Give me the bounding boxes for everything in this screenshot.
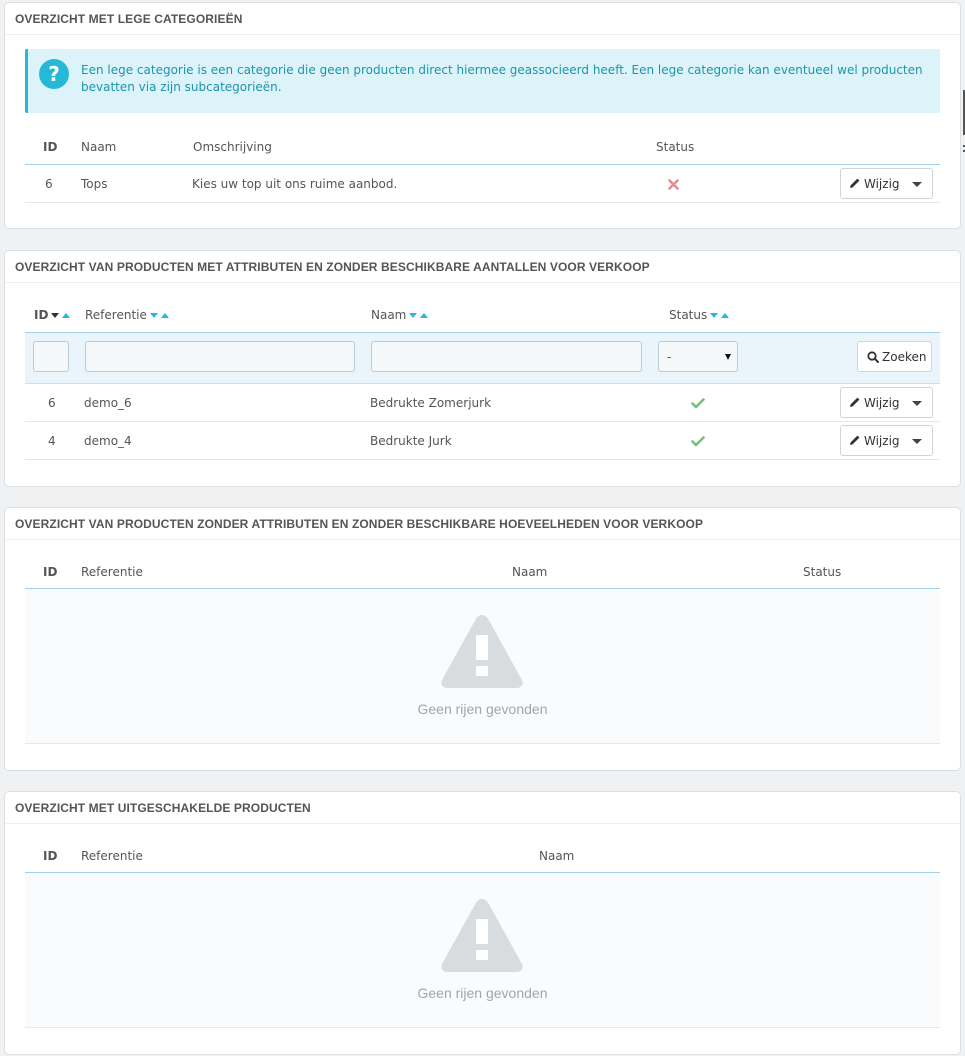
- pencil-icon: [850, 435, 860, 445]
- empty-categories-panel: OVERZICHT MET LEGE CATEGORIEËN ? Een leg…: [4, 2, 961, 229]
- sort-asc-icon[interactable]: [420, 313, 429, 318]
- check-icon[interactable]: [691, 398, 705, 409]
- cell-description: Kies uw top uit ons ruime aanbod.: [192, 177, 398, 191]
- column-header-id: ID: [43, 140, 58, 154]
- pencil-icon: [850, 397, 860, 407]
- cell-reference: demo_4: [84, 434, 132, 448]
- column-header-id: ID: [43, 849, 58, 863]
- column-header-name-label: Naam: [371, 308, 407, 322]
- scrollbar-edge[interactable]: [961, 90, 965, 160]
- caret-down-icon[interactable]: [912, 182, 922, 187]
- filter-status-value: -: [667, 350, 672, 364]
- edit-button[interactable]: Wijzig: [840, 425, 933, 456]
- column-header-id: ID: [43, 565, 58, 579]
- column-header-description: Omschrijving: [193, 140, 272, 154]
- filter-id-input[interactable]: [33, 341, 69, 372]
- cell-name: Bedrukte Zomerjurk: [370, 396, 492, 410]
- caret-down-icon[interactable]: [912, 439, 922, 444]
- column-header-name: Naam: [81, 140, 117, 154]
- pencil-icon: [850, 178, 860, 188]
- warning-icon: [441, 899, 523, 972]
- search-icon: [867, 351, 879, 363]
- edit-button[interactable]: Wijzig: [840, 168, 933, 199]
- column-header-reference[interactable]: Referentie: [85, 308, 169, 322]
- search-button-label: Zoeken: [882, 350, 927, 364]
- filter-status-select[interactable]: -: [658, 341, 738, 372]
- warning-icon: [441, 615, 523, 688]
- filter-row: - Zoeken: [25, 332, 940, 384]
- sort-asc-icon[interactable]: [62, 313, 71, 318]
- row-divider: [25, 421, 940, 422]
- column-header-name[interactable]: Naam: [371, 308, 429, 322]
- cell-name: Tops: [81, 177, 108, 191]
- column-header-reference: Referentie: [81, 849, 143, 863]
- column-header-status: Status: [803, 565, 842, 579]
- help-icon: ?: [39, 59, 69, 89]
- empty-state-message: Geen rijen gevonden: [417, 985, 548, 1001]
- edit-button[interactable]: Wijzig: [840, 387, 933, 418]
- row-divider: [25, 202, 940, 203]
- panel-title: OVERZICHT VAN PRODUCTEN MET ATTRIBUTEN E…: [5, 251, 960, 283]
- sort-asc-icon[interactable]: [160, 313, 169, 318]
- products-without-attributes-panel: OVERZICHT VAN PRODUCTEN ZONDER ATTRIBUTE…: [4, 507, 961, 771]
- sort-desc-icon[interactable]: [51, 313, 60, 318]
- cell-id: 6: [48, 396, 56, 410]
- empty-state: Geen rijen gevonden: [25, 589, 940, 744]
- column-header-reference-label: Referentie: [85, 308, 147, 322]
- column-header-name: Naam: [512, 565, 548, 579]
- sort-desc-icon[interactable]: [710, 313, 719, 318]
- cross-icon[interactable]: [668, 179, 679, 190]
- empty-state-message: Geen rijen gevonden: [417, 701, 548, 717]
- column-header-id-label: ID: [34, 308, 49, 322]
- cell-reference: demo_6: [84, 396, 132, 410]
- empty-state: Geen rijen gevonden: [25, 873, 940, 1028]
- disabled-products-panel: OVERZICHT MET UITGESCHAKELDE PRODUCTEN I…: [4, 791, 961, 1055]
- sort-desc-icon[interactable]: [149, 313, 158, 318]
- column-header-name: Naam: [539, 849, 575, 863]
- column-header-status: Status: [656, 140, 695, 154]
- filter-reference-input[interactable]: [85, 341, 355, 372]
- cell-id: 6: [45, 177, 53, 191]
- column-header-id[interactable]: ID: [34, 308, 71, 322]
- filter-name-input[interactable]: [371, 341, 642, 372]
- panel-title: OVERZICHT VAN PRODUCTEN ZONDER ATTRIBUTE…: [5, 508, 960, 540]
- column-header-status-label: Status: [669, 308, 708, 322]
- select-arrow-icon: [725, 354, 731, 360]
- column-header-status[interactable]: Status: [669, 308, 730, 322]
- cell-id: 4: [48, 434, 56, 448]
- panel-title: OVERZICHT MET UITGESCHAKELDE PRODUCTEN: [5, 792, 960, 824]
- edit-button-label: Wijzig: [864, 396, 900, 410]
- info-alert-text: Een lege categorie is een categorie die …: [81, 63, 923, 94]
- caret-down-icon[interactable]: [912, 401, 922, 406]
- sort-desc-icon[interactable]: [409, 313, 418, 318]
- info-alert: ? Een lege categorie is een categorie di…: [25, 49, 940, 113]
- search-button[interactable]: Zoeken: [857, 341, 932, 372]
- sort-asc-icon[interactable]: [721, 313, 730, 318]
- edit-button-label: Wijzig: [864, 434, 900, 448]
- edit-button-label: Wijzig: [864, 177, 900, 191]
- panel-title: OVERZICHT MET LEGE CATEGORIEËN: [5, 3, 960, 35]
- check-icon[interactable]: [691, 436, 705, 447]
- column-header-reference: Referentie: [81, 565, 143, 579]
- header-divider: [25, 164, 940, 165]
- row-divider: [25, 459, 940, 460]
- products-with-attributes-panel: OVERZICHT VAN PRODUCTEN MET ATTRIBUTEN E…: [4, 250, 961, 487]
- cell-name: Bedrukte Jurk: [370, 434, 452, 448]
